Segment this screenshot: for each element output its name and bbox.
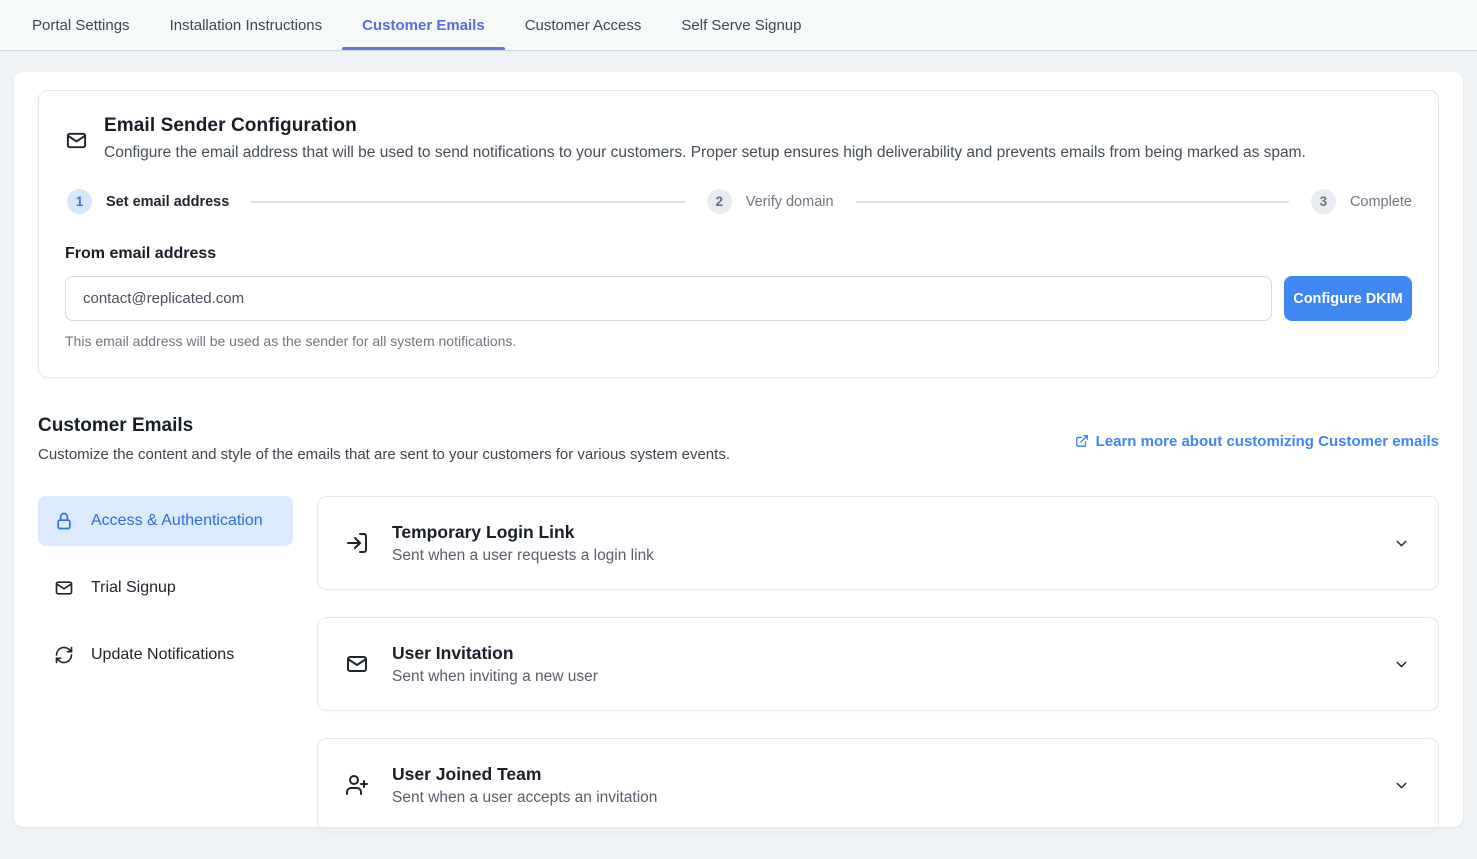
step-set-email-address: 1 Set email address (67, 189, 229, 214)
category-label: Update Notifications (91, 643, 234, 667)
email-card-title: User Joined Team (392, 764, 657, 785)
email-card-text: Temporary Login Link Sent when a user re… (392, 522, 654, 565)
category-update-notifications[interactable]: Update Notifications (38, 630, 293, 680)
tab-customer-emails[interactable]: Customer Emails (342, 0, 505, 50)
user-plus-icon (345, 773, 369, 797)
customer-emails-description: Customize the content and style of the e… (38, 446, 730, 463)
external-link-icon (1075, 434, 1089, 448)
email-sender-card: Email Sender Configuration Configure the… (38, 90, 1439, 378)
tab-portal-settings[interactable]: Portal Settings (12, 0, 150, 50)
tab-installation-instructions[interactable]: Installation Instructions (150, 0, 343, 50)
customer-emails-body: Access & Authentication Trial Signup Upd… (38, 496, 1439, 859)
email-sender-header: Email Sender Configuration Configure the… (65, 115, 1412, 162)
step-1-label: Set email address (106, 194, 229, 210)
step-connector (251, 201, 684, 203)
tab-customer-access[interactable]: Customer Access (505, 0, 662, 50)
tab-self-serve-signup[interactable]: Self Serve Signup (661, 0, 821, 50)
email-card-text: User Invitation Sent when inviting a new… (392, 643, 598, 686)
category-access-authentication[interactable]: Access & Authentication (38, 496, 293, 546)
email-card-user-joined-team[interactable]: User Joined Team Sent when a user accept… (317, 738, 1439, 832)
step-3-indicator: 3 (1311, 189, 1336, 214)
email-card-subtitle: Sent when a user accepts an invitation (392, 789, 657, 807)
email-sender-description: Configure the email address that will be… (104, 144, 1306, 162)
email-sender-title: Email Sender Configuration (104, 115, 1306, 137)
chevron-down-icon[interactable] (1393, 535, 1410, 552)
from-email-row: Configure DKIM (65, 276, 1412, 321)
email-template-list: Temporary Login Link Sent when a user re… (317, 496, 1439, 859)
step-verify-domain: 2 Verify domain (707, 189, 834, 214)
stepper: 1 Set email address 2 Verify domain 3 Co… (67, 189, 1412, 214)
email-card-temporary-login-link[interactable]: Temporary Login Link Sent when a user re… (317, 496, 1439, 590)
from-email-helper-text: This email address will be used as the s… (65, 333, 1412, 349)
tab-bar: Portal Settings Installation Instruction… (0, 0, 1477, 51)
mail-icon (345, 652, 369, 676)
refresh-icon (54, 645, 74, 665)
configure-dkim-button[interactable]: Configure DKIM (1284, 276, 1412, 321)
email-category-list: Access & Authentication Trial Signup Upd… (38, 496, 293, 859)
step-3-label: Complete (1350, 194, 1412, 210)
email-card-text: User Joined Team Sent when a user accept… (392, 764, 657, 807)
page: Portal Settings Installation Instruction… (0, 0, 1477, 827)
email-sender-header-text: Email Sender Configuration Configure the… (104, 115, 1306, 162)
login-icon (345, 531, 369, 555)
step-connector (856, 201, 1289, 203)
from-email-label: From email address (65, 245, 1412, 263)
main-content-card: Email Sender Configuration Configure the… (14, 72, 1463, 827)
category-trial-signup[interactable]: Trial Signup (38, 563, 293, 613)
customer-emails-title: Customer Emails (38, 415, 730, 437)
chevron-down-icon[interactable] (1393, 656, 1410, 673)
step-1-indicator: 1 (67, 189, 92, 214)
learn-more-link[interactable]: Learn more about customizing Customer em… (1075, 433, 1439, 450)
category-label: Trial Signup (91, 576, 176, 600)
step-2-indicator: 2 (707, 189, 732, 214)
email-card-subtitle: Sent when a user requests a login link (392, 547, 654, 565)
step-2-label: Verify domain (746, 194, 834, 210)
email-card-title: User Invitation (392, 643, 598, 664)
chevron-down-icon[interactable] (1393, 777, 1410, 794)
email-card-subtitle: Sent when inviting a new user (392, 668, 598, 686)
category-label: Access & Authentication (91, 509, 263, 533)
mail-icon (54, 578, 74, 598)
customer-emails-header: Customer Emails Customize the content an… (38, 415, 1439, 463)
step-complete: 3 Complete (1311, 189, 1412, 214)
from-email-input[interactable] (65, 276, 1272, 321)
mail-icon (65, 119, 88, 162)
learn-more-label: Learn more about customizing Customer em… (1096, 433, 1439, 450)
email-card-title: Temporary Login Link (392, 522, 654, 543)
email-card-user-invitation[interactable]: User Invitation Sent when inviting a new… (317, 617, 1439, 711)
customer-emails-header-text: Customer Emails Customize the content an… (38, 415, 730, 463)
lock-icon (54, 511, 74, 531)
